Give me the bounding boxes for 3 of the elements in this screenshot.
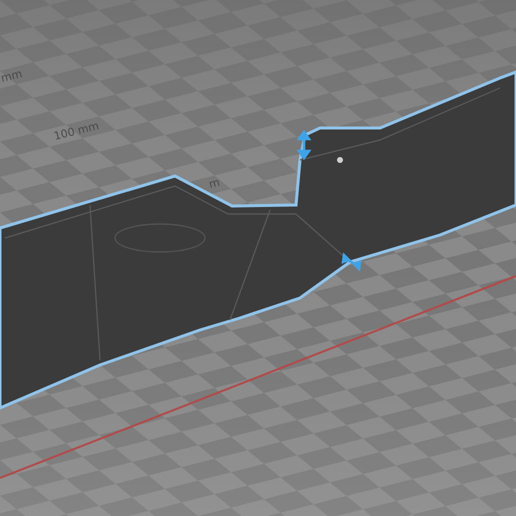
grid-label: mm <box>0 67 24 85</box>
resize-handle-icon[interactable] <box>296 130 312 160</box>
resize-handle-icon[interactable] <box>341 252 362 272</box>
